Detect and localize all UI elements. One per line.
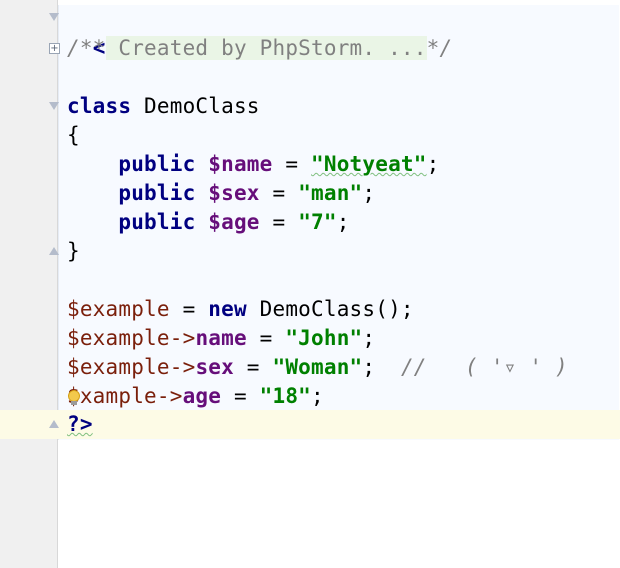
- code-line[interactable]: /** Created by PhpStorm. ...*/: [67, 34, 452, 63]
- arrow-op: ->: [156, 384, 183, 408]
- fold-marker-icon[interactable]: [49, 102, 59, 110]
- code-line[interactable]: $xample->age = "18";: [67, 382, 324, 411]
- php-close-tag: ?>: [67, 412, 93, 436]
- variable-example: $example: [67, 355, 170, 379]
- doc-comment-open: /**: [67, 36, 106, 60]
- property-sex: $sex: [208, 181, 260, 205]
- expand-fold-icon[interactable]: +: [49, 43, 60, 54]
- variable-example: $example: [67, 297, 170, 321]
- semicolon: ;: [362, 355, 401, 379]
- string-literal: "John": [285, 326, 363, 350]
- code-line[interactable]: <?php: [67, 5, 157, 60]
- property-age: $age: [208, 210, 260, 234]
- folded-doc-comment[interactable]: Created by PhpStorm. ...: [105, 36, 427, 60]
- arrow-op: ->: [169, 355, 196, 379]
- code-line[interactable]: class DemoClass: [67, 92, 260, 121]
- assign-op: =: [233, 355, 273, 379]
- public-keyword: public: [118, 181, 196, 205]
- doc-comment-close: */: [426, 36, 453, 60]
- code-line[interactable]: }: [67, 237, 80, 266]
- class-keyword: class: [67, 94, 132, 118]
- string-literal: "man": [298, 181, 363, 205]
- property-access: sex: [195, 355, 234, 379]
- code-line[interactable]: $example = new DemoClass();: [67, 295, 414, 324]
- brace-open: {: [67, 123, 80, 147]
- code-line[interactable]: public $name = "Notyeat";: [67, 150, 439, 179]
- string-literal: "Woman": [272, 355, 363, 379]
- code-line[interactable]: {: [67, 121, 80, 150]
- code-line[interactable]: public $sex = "man";: [67, 179, 375, 208]
- new-keyword: new: [208, 297, 247, 321]
- assign-op: =: [272, 152, 312, 176]
- variable-example: $example: [67, 326, 170, 350]
- assign-op: =: [246, 326, 286, 350]
- assign-op: =: [169, 297, 209, 321]
- property-access: age: [182, 384, 222, 408]
- public-keyword: public: [118, 210, 196, 234]
- semicolon: ;: [362, 181, 376, 205]
- current-line-highlight: [0, 410, 620, 439]
- property-access: name: [195, 326, 247, 350]
- class-name: DemoClass: [131, 94, 260, 118]
- code-line[interactable]: ?>: [67, 410, 93, 439]
- assign-op: =: [259, 210, 299, 234]
- semicolon: ;: [426, 152, 440, 176]
- code-line[interactable]: $example->name = "John";: [67, 324, 375, 353]
- arrow-op: ->: [169, 326, 196, 350]
- intention-bulb-icon[interactable]: [67, 390, 80, 405]
- semicolon: ;: [362, 326, 376, 350]
- string-literal: "Notyeat": [311, 152, 427, 176]
- string-literal: "18": [259, 384, 312, 408]
- string-literal: "7": [298, 210, 337, 234]
- assign-op: =: [221, 384, 260, 408]
- variable-example-suffix: xample: [79, 384, 157, 408]
- fold-marker-icon[interactable]: [49, 247, 59, 255]
- brace-close: }: [67, 239, 80, 263]
- editor-gutter[interactable]: [0, 0, 58, 568]
- fold-marker-icon[interactable]: [49, 420, 59, 428]
- public-keyword: public: [118, 152, 196, 176]
- semicolon: ;: [336, 210, 350, 234]
- code-line[interactable]: $example->sex = "Woman"; // ( '▿ ' ): [67, 353, 568, 382]
- property-name: $name: [208, 152, 273, 176]
- semicolon: ;: [311, 384, 324, 408]
- code-line[interactable]: public $age = "7";: [67, 208, 350, 237]
- constructor-call: DemoClass();: [246, 297, 414, 321]
- assign-op: =: [259, 181, 299, 205]
- line-comment: // ( '▿ ' ): [400, 355, 568, 379]
- fold-marker-icon[interactable]: [49, 13, 59, 21]
